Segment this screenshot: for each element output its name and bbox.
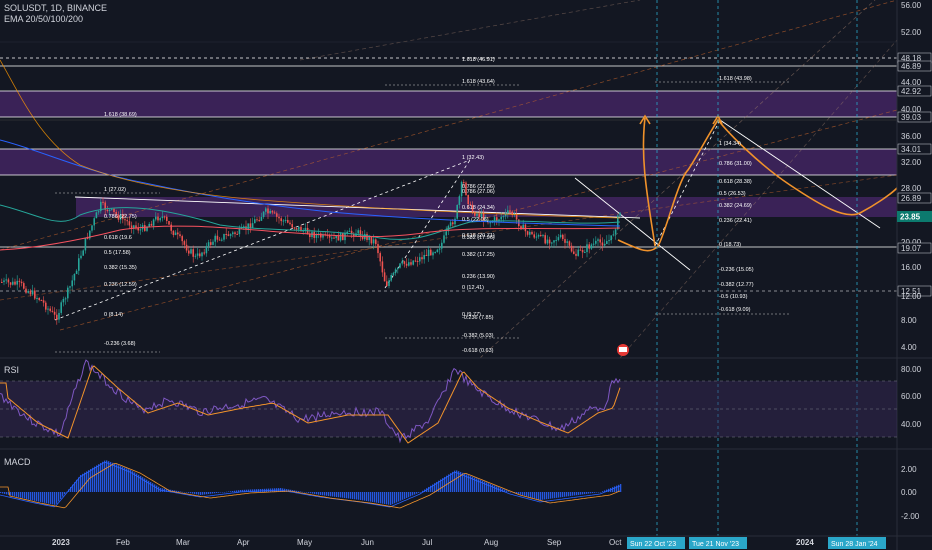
rsi-axis-label: 60.00	[901, 392, 922, 401]
time-axis-label: 2023	[52, 538, 70, 547]
price-axis-label: 44.00	[901, 78, 922, 87]
fib-label: 1.618 (46.91)	[462, 57, 495, 63]
price-axis-label: 26.89	[901, 194, 922, 203]
fib-label: 1 (34.34)	[719, 141, 741, 147]
price-axis-label: 42.92	[901, 87, 922, 96]
rsi-label: RSI	[4, 365, 20, 375]
fib-label: 0.786 (31.00)	[719, 161, 752, 167]
fib-label: -0.618 (0.63)	[462, 348, 494, 354]
price-axis[interactable]: 56.0052.0048.1846.8944.0042.9240.0039.03…	[897, 1, 932, 352]
time-axis-label: Oct	[609, 538, 622, 547]
macd-label: MACD	[4, 457, 31, 467]
fib-label: 1.618 (43.98)	[719, 76, 752, 82]
rsi-axis-label: 40.00	[901, 420, 922, 429]
fib-label: 0 (8.14)	[104, 312, 123, 318]
time-axis-label: Sep	[547, 538, 562, 547]
orange-projection-path	[617, 114, 898, 252]
date-badge-label: Sun 22 Oct '23	[630, 541, 676, 548]
fib-label: -0.5 (10.93)	[719, 294, 748, 300]
date-badges: Sun 22 Oct '23 Tue 21 Nov '23 Sun 28 Jan '…	[627, 537, 886, 549]
fib-label: 0.382 (15.35)	[104, 265, 137, 271]
price-axis-label: 4.00	[901, 343, 917, 352]
price-axis-label: 32.00	[901, 158, 922, 167]
fib-label: 1 (32.43)	[462, 155, 484, 161]
price-axis-label: 52.00	[901, 28, 922, 37]
price-axis-label: 19.07	[901, 244, 922, 253]
symbol-title: SOLUSDT, 1D, BINANCE	[4, 3, 108, 13]
fib-label: 0.5 (17.58)	[104, 250, 131, 256]
fib-label: 1.618 (43.64)	[462, 79, 495, 85]
time-axis-label: 2024	[796, 538, 814, 547]
fib-label: 0.382 (24.69)	[719, 203, 752, 209]
purple-zone-middle	[0, 149, 897, 175]
time-axis-label: Aug	[484, 538, 498, 547]
trading-chart[interactable]: 1.618 (38.69) 1 (27.02) 0.786 (22.75) 0.618…	[0, 0, 932, 550]
price-axis-label: 16.00	[901, 263, 922, 272]
fib-label: 0.618 (19.6	[104, 235, 132, 241]
time-axis-label: Jul	[422, 538, 432, 547]
trend-lines	[0, 0, 897, 358]
time-axis-label: Mar	[176, 538, 190, 547]
fib-label: 0 (18.73)	[719, 242, 741, 248]
price-axis-label: 34.01	[901, 145, 922, 154]
price-axis-label: 8.00	[901, 316, 917, 325]
fib-label: 0.5 (22.06)	[462, 217, 489, 223]
date-badge-label: Tue 21 Nov '23	[692, 541, 739, 548]
fib-label: 0 (12.41)	[462, 285, 484, 291]
time-axis-label: Apr	[237, 538, 250, 547]
fib-label: 1.618 (38.69)	[104, 112, 137, 118]
fib-label: -0.618 (9.09)	[719, 307, 751, 313]
svg-text:23.85: 23.85	[900, 213, 921, 222]
time-axis-label: Jun	[361, 538, 374, 547]
price-axis-label: 56.00	[901, 1, 922, 10]
fib-label: 0.618 (24.34)	[462, 205, 495, 211]
date-badge-label: Sun 28 Jan '24	[831, 541, 878, 548]
price-axis-label: 39.03	[901, 113, 922, 122]
fib-label: -0.236 (7.85)	[462, 315, 494, 321]
fib-label: -0.382 (12.77)	[719, 282, 754, 288]
macd-axis-label: -2.00	[901, 512, 920, 521]
fib-label: 0.236 (12.59)	[104, 282, 137, 288]
economic-event-icon[interactable]	[617, 344, 629, 356]
time-axis-label: Feb	[116, 538, 130, 547]
fib-label: -0.382 (5.03)	[462, 333, 494, 339]
macd-histogram	[0, 460, 622, 505]
price-axis-label: 12.00	[901, 292, 922, 301]
fib-label: 0.236 (13.90)	[462, 274, 495, 280]
chart-header: SOLUSDT, 1D, BINANCE EMA 20/50/100/200	[4, 3, 107, 25]
price-badge-current: 23.85	[897, 211, 932, 222]
fib-label: 0.786 (22.75)	[104, 214, 137, 220]
macd-axis: 2.00 0.00 -2.00	[901, 465, 920, 521]
price-axis-label: 46.89	[901, 62, 922, 71]
fib-label: 0.618 (28.38)	[719, 179, 752, 185]
price-axis-label: 36.00	[901, 132, 922, 141]
price-axis-label: 28.00	[901, 184, 922, 193]
fib-label: 0.382 (17.25)	[462, 252, 495, 258]
fib-label: -0.236 (15.05)	[719, 267, 754, 273]
macd-axis-label: 0.00	[901, 488, 917, 497]
time-axis-label: May	[297, 538, 312, 547]
fib-label: 0.382 (17.96)	[462, 235, 495, 241]
fib-label: 0.236 (22.41)	[719, 218, 752, 224]
fib-label: 0.5 (26.53)	[719, 191, 746, 197]
fib-label: -0.236 (3.68)	[104, 341, 136, 347]
fib-label: 1 (27.02)	[104, 187, 126, 193]
rsi-axis-label: 80.00	[901, 365, 922, 374]
ema-legend: EMA 20/50/100/200	[4, 14, 84, 24]
rsi-axis: 80.00 60.00 40.00	[901, 365, 922, 429]
macd-axis-label: 2.00	[901, 465, 917, 474]
fib-label: 0.786 (27.06)	[462, 189, 495, 195]
